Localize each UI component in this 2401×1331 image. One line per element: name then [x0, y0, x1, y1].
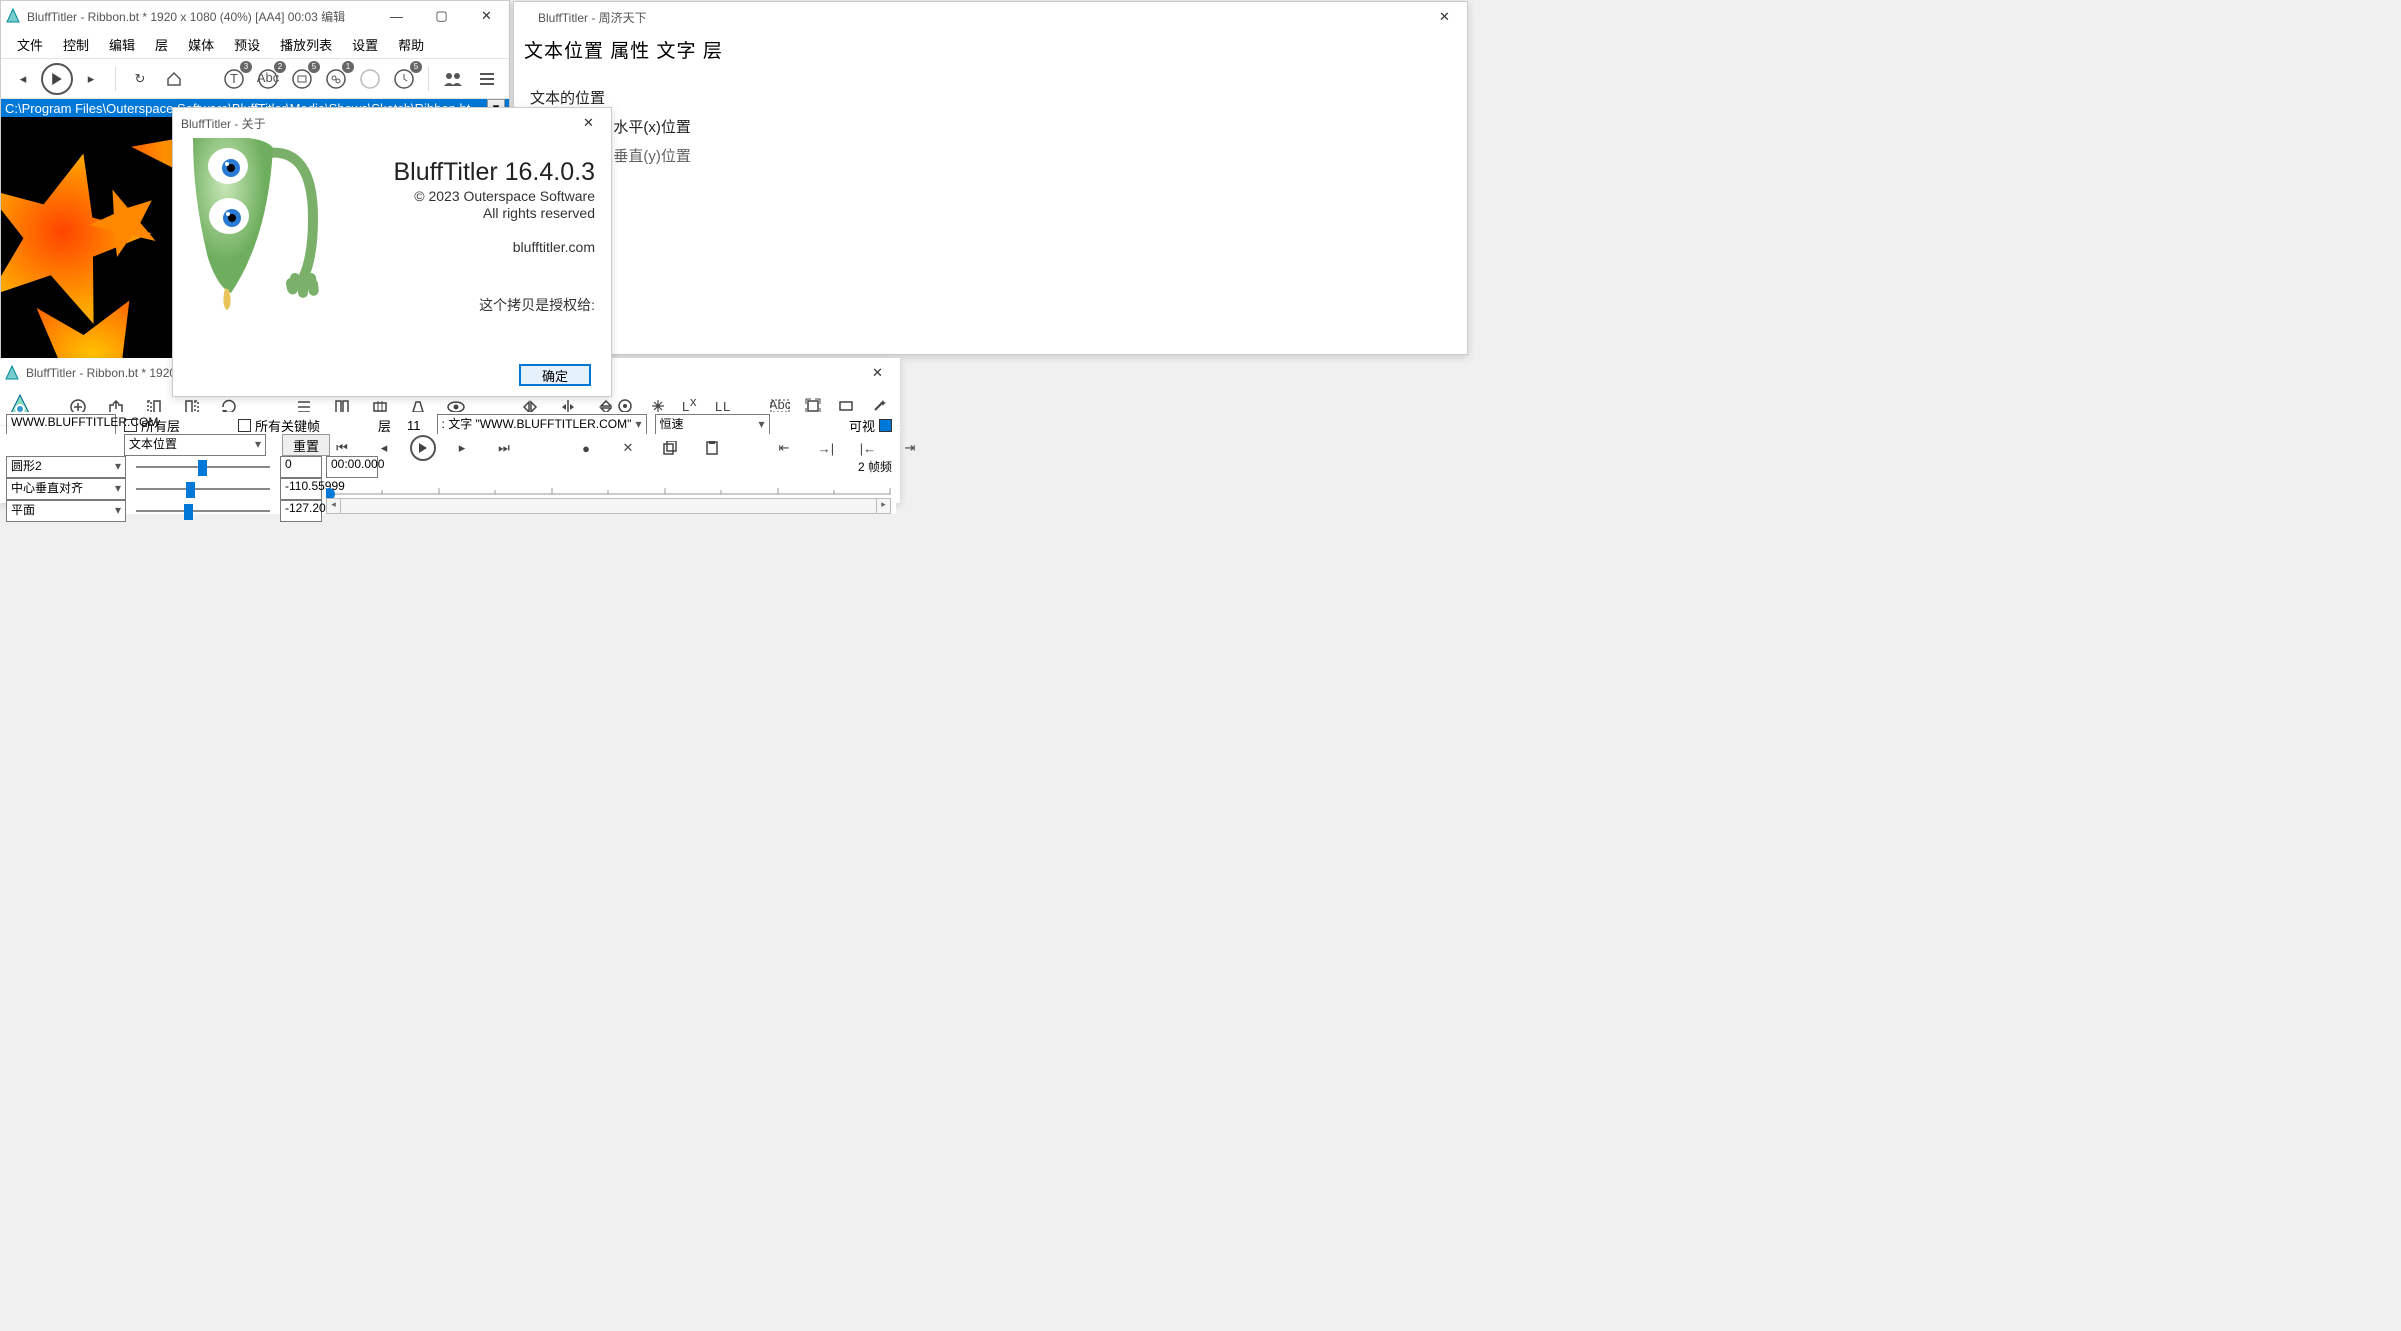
delete-key-icon[interactable]: ✕: [612, 432, 644, 464]
product-name: BluffTitler 16.4.0.3: [349, 158, 595, 187]
help-titlebar[interactable]: BluffTitler - 周济天下: [514, 2, 1467, 32]
close-button[interactable]: ✕: [464, 1, 509, 31]
about-close-button[interactable]: ✕: [566, 108, 611, 138]
key-last-icon[interactable]: ⇥: [894, 432, 926, 464]
help-line-2: 第2个滑块：垂直(y)位置: [530, 145, 1451, 166]
help-window: BluffTitler - 周济天下 ✕ 文本位置 属性 文字 层 文本的位置 …: [513, 1, 1468, 355]
playback-controls: ⏮ ◂ ▸ ⏭ ● ✕ ⇤ →| |← ⇥: [326, 432, 926, 464]
timeline-scrubber[interactable]: [326, 480, 891, 500]
play-button[interactable]: [41, 63, 73, 95]
main-toolbar: ◂ ▸ ↻ T3 Abc2 5 1 5: [1, 59, 509, 99]
reset-button[interactable]: 重置: [282, 434, 330, 456]
timeline-scrollbar[interactable]: ◂ ▸: [326, 498, 891, 514]
menu-layer[interactable]: 层: [145, 31, 178, 58]
menu-settings[interactable]: 设置: [342, 31, 388, 58]
app-icon: [4, 365, 20, 381]
all-keys-checkbox[interactable]: 所有关键帧: [238, 416, 320, 435]
website: blufftitler.com: [349, 239, 595, 255]
about-info: BluffTitler 16.4.0.3 © 2023 Outerspace S…: [333, 138, 611, 374]
tool-undo-icon[interactable]: [354, 63, 386, 95]
mascot-image: [173, 138, 333, 318]
home-icon[interactable]: [158, 63, 190, 95]
shape-select[interactable]: 圆形2: [6, 456, 126, 478]
value-3-input[interactable]: -127.20000: [280, 500, 322, 522]
key-prev-icon[interactable]: →|: [810, 432, 842, 464]
help-line-1: 第1个滑块：水平(x)位置: [530, 116, 1451, 137]
tool-image-icon[interactable]: 5: [286, 63, 318, 95]
next-icon[interactable]: ▸: [75, 63, 107, 95]
help-title: BluffTitler - 周济天下: [518, 9, 1463, 26]
svg-text:x: x: [690, 398, 697, 409]
copy-icon[interactable]: [654, 432, 686, 464]
play-button-2[interactable]: [410, 435, 436, 461]
help-body: 文本的位置 第1个滑块：水平(x)位置 第2个滑块：垂直(y)位置: [514, 67, 1467, 186]
licensed-to: 这个拷贝是授权给:: [349, 295, 595, 315]
slider-3[interactable]: [136, 502, 270, 520]
style-select[interactable]: 平面: [6, 500, 126, 522]
about-titlebar[interactable]: BluffTitler - 关于: [173, 108, 611, 138]
main-menubar: 文件 控制 编辑 层 媒体 预设 播放列表 设置 帮助: [1, 31, 509, 59]
fps-label: 2 帧频: [858, 458, 892, 475]
tool-abc-icon[interactable]: Abc2: [252, 63, 284, 95]
key-first-icon[interactable]: ⇤: [768, 432, 800, 464]
paste-icon[interactable]: [696, 432, 728, 464]
menu-file[interactable]: 文件: [7, 31, 53, 58]
help-close-button[interactable]: ✕: [1422, 2, 1467, 32]
layer-number: 11: [407, 418, 421, 433]
align-select[interactable]: 中心垂直对齐: [6, 478, 126, 500]
menu-icon[interactable]: [471, 63, 503, 95]
prev-icon[interactable]: ◂: [7, 63, 39, 95]
menu-preset[interactable]: 预设: [224, 31, 270, 58]
tool-clock-icon[interactable]: 5: [388, 63, 420, 95]
reload-icon[interactable]: ↻: [124, 63, 156, 95]
maximize-button[interactable]: ▢: [419, 1, 464, 31]
menu-help[interactable]: 帮助: [388, 31, 434, 58]
copyright: © 2023 Outerspace Software: [349, 188, 595, 204]
step-fwd-icon[interactable]: ▸: [446, 432, 478, 464]
about-title: BluffTitler - 关于: [177, 115, 607, 132]
value-1-input[interactable]: 0: [280, 456, 322, 478]
app-icon: [5, 8, 21, 24]
timeline-sliders-area: 文本位置 重置 圆形2 中心垂直对齐 平面 0 -110.55999 -127.…: [6, 434, 896, 514]
value-2-input[interactable]: -110.55999: [280, 478, 322, 500]
svg-text:T: T: [230, 71, 238, 86]
layer-text-input[interactable]: WWW.BLUFFTITLER.COM: [6, 414, 116, 436]
all-layers-checkbox[interactable]: 所有层: [124, 416, 180, 435]
slider-1[interactable]: [136, 458, 270, 476]
tool-model-icon[interactable]: 1: [320, 63, 352, 95]
slider-2[interactable]: [136, 480, 270, 498]
menu-edit[interactable]: 编辑: [99, 31, 145, 58]
time-input[interactable]: 00:00.000: [326, 456, 378, 478]
property-select[interactable]: 文本位置: [124, 434, 266, 456]
minimize-button[interactable]: —: [374, 1, 419, 31]
tool-text-icon[interactable]: T3: [218, 63, 250, 95]
svg-text:Abc: Abc: [770, 399, 790, 412]
help-line-0: 文本的位置: [530, 87, 1451, 108]
about-dialog: BluffTitler - 关于 ✕ BluffTitler 16.4.0.3 …: [172, 107, 612, 397]
menu-playlist[interactable]: 播放列表: [270, 31, 342, 58]
ok-button[interactable]: 确定: [519, 364, 591, 386]
timeline-close-button[interactable]: ✕: [855, 358, 900, 388]
users-icon[interactable]: [437, 63, 469, 95]
record-icon[interactable]: ●: [570, 432, 602, 464]
help-tabs[interactable]: 文本位置 属性 文字 层: [514, 32, 1467, 67]
goto-end-icon[interactable]: ⏭: [488, 432, 520, 464]
menu-media[interactable]: 媒体: [178, 31, 224, 58]
menu-control[interactable]: 控制: [53, 31, 99, 58]
rights: All rights reserved: [349, 205, 595, 221]
